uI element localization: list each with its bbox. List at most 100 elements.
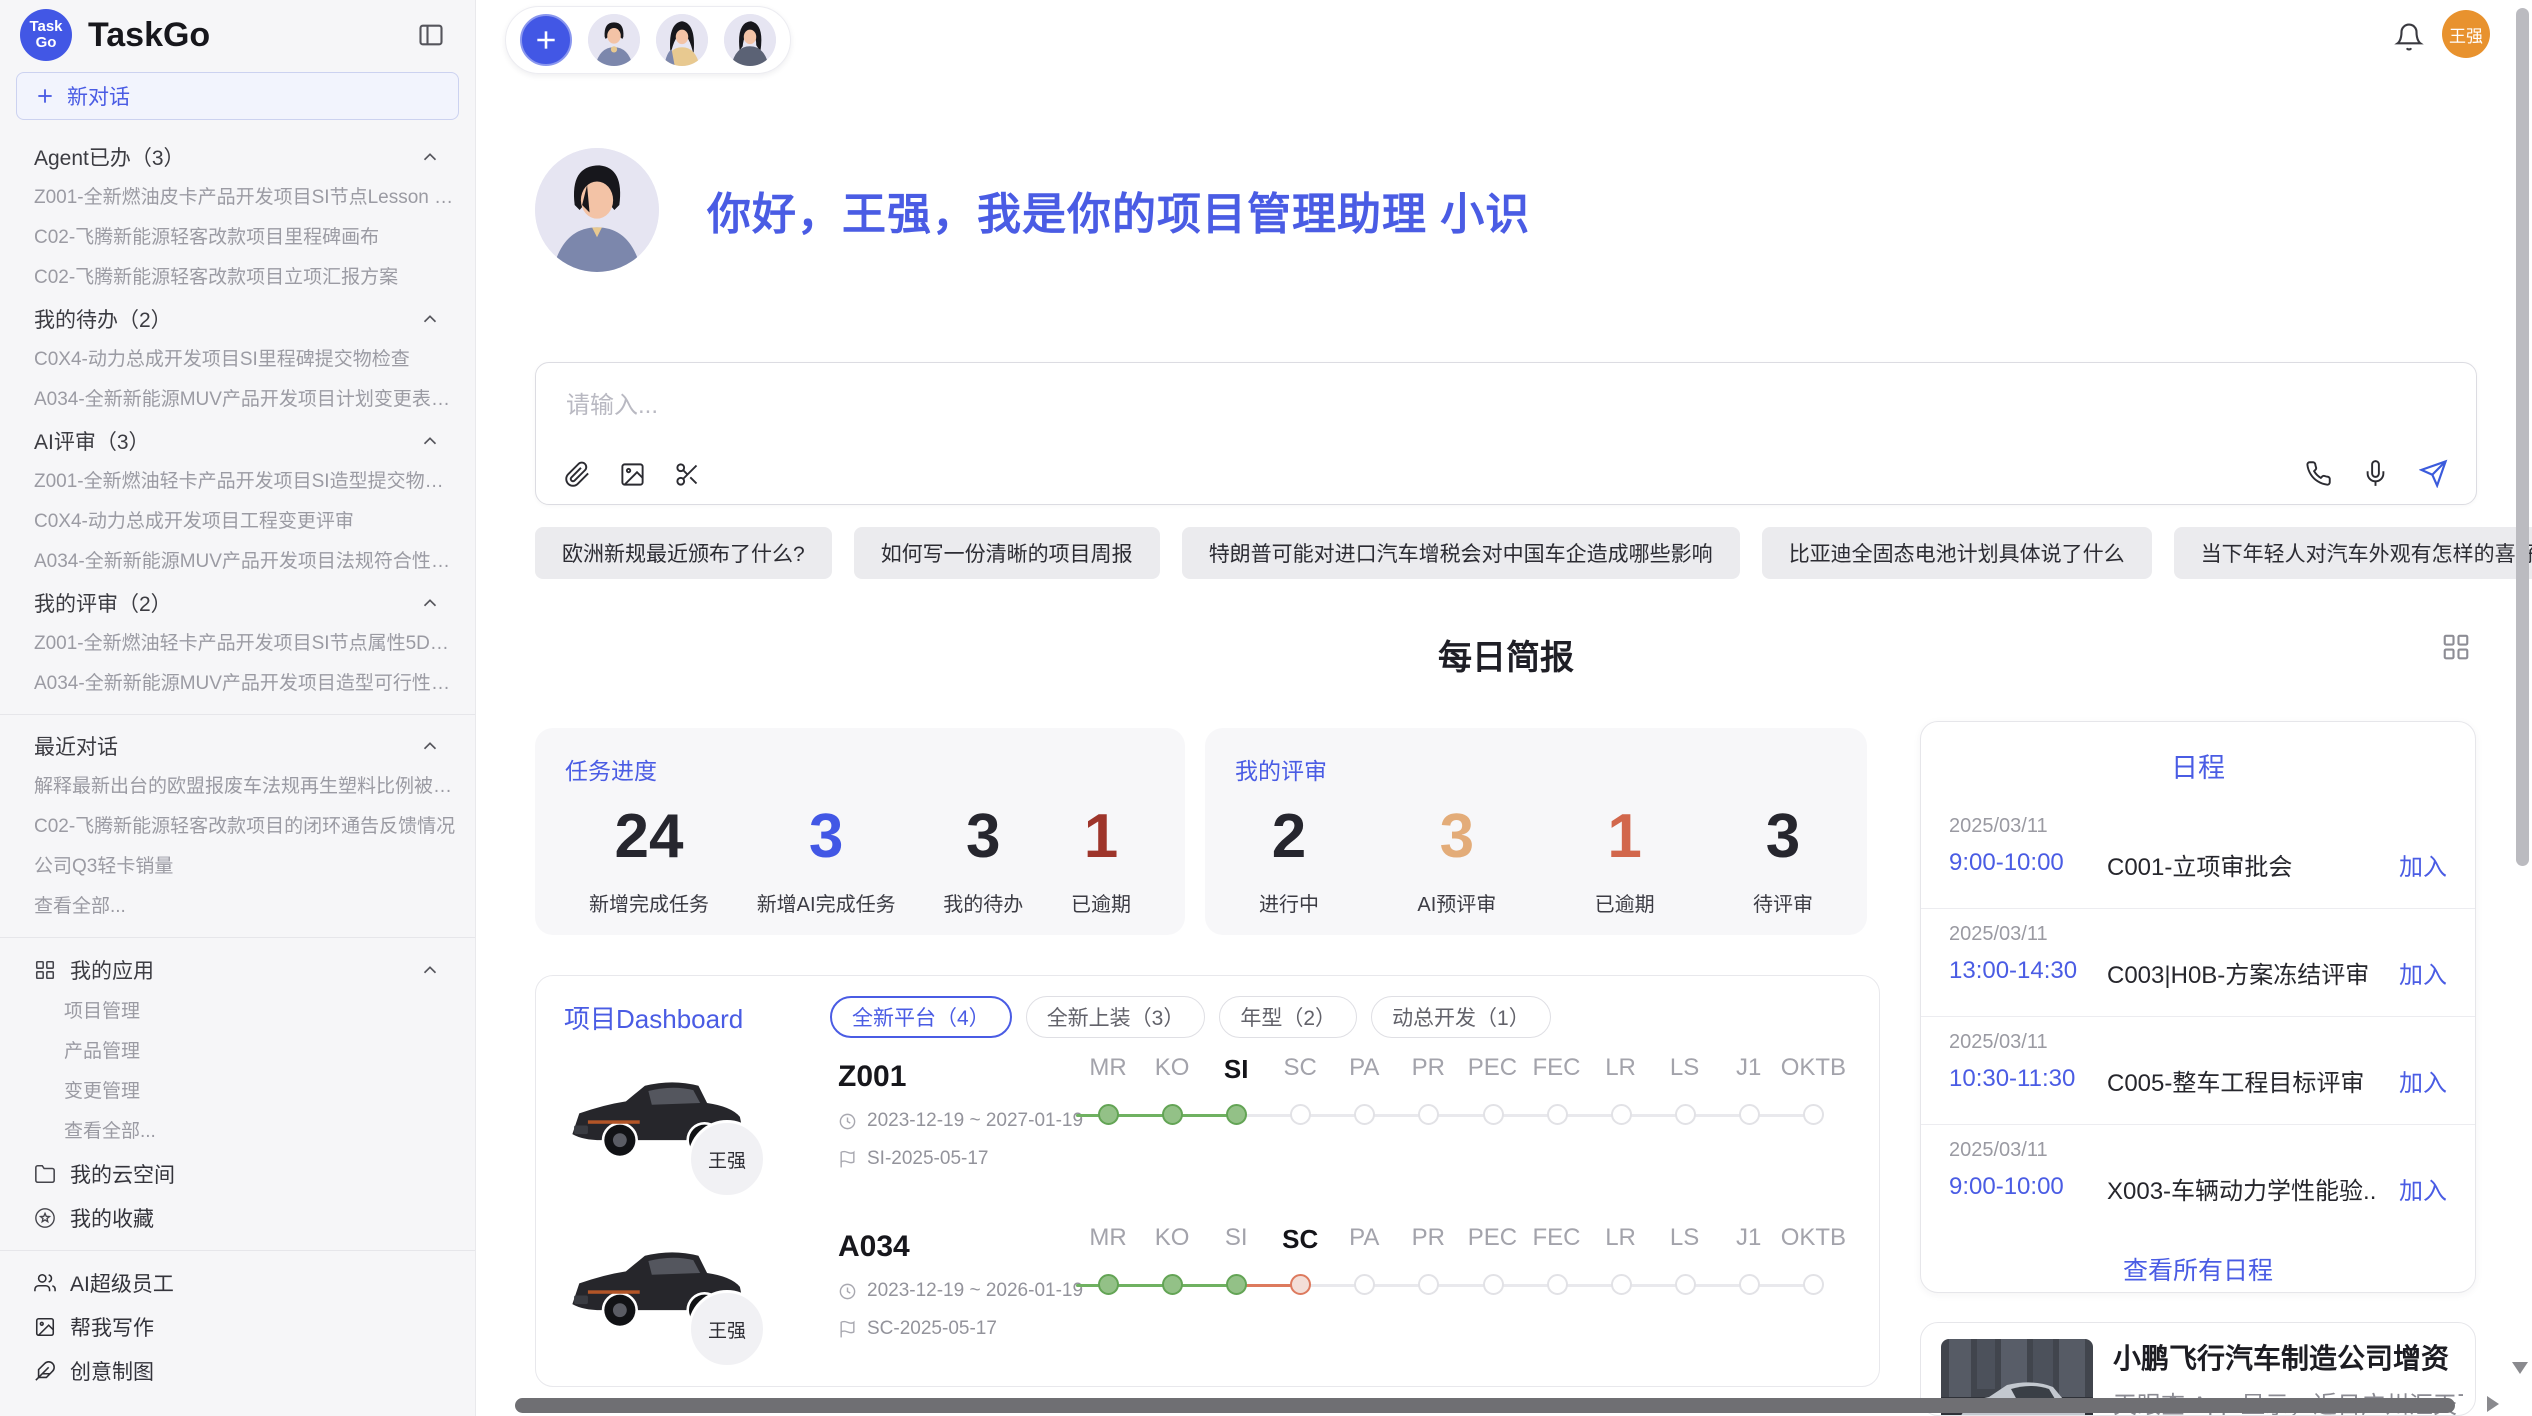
scroll-right-arrow[interactable]: [2487, 1396, 2499, 1412]
project-milestone-date: SI-2025-05-17: [867, 1148, 988, 1170]
sidebar-item[interactable]: A034-全新新能源MUV产品开发项目法规符合性评审: [0, 542, 475, 582]
sidebar-item[interactable]: Z001-全新燃油轻卡产品开发项目SI节点属性5D文件评审: [0, 624, 475, 664]
chat-input[interactable]: [566, 385, 2446, 445]
dashboard-tab[interactable]: 动总开发（1）: [1371, 996, 1551, 1038]
sidebar-link[interactable]: 我的收藏: [0, 1196, 475, 1240]
project-dashboard-card: 项目Dashboard 全新平台（4）全新上装（3）年型（2）动总开发（1） 王…: [535, 975, 1880, 1387]
sidebar-tool-label: AI超级员工: [70, 1268, 174, 1298]
sidebar-item-my-apps[interactable]: 我的应用: [0, 948, 475, 992]
suggestion-chip[interactable]: 当下年轻人对汽车外观有怎样的喜好趋势: [2174, 527, 2532, 579]
sidebar-sections: Agent已办（3）Z001-全新燃油皮卡产品开发项目SI节点Lesson Le…: [0, 130, 475, 1393]
schedule-item: 2025/03/1113:00-14:30C003|H0B-方案冻结评审加入: [1921, 909, 2475, 1017]
sidebar-tool-label: 创意制图: [70, 1356, 154, 1386]
send-icon[interactable]: [2419, 459, 2448, 488]
sidebar-item[interactable]: A034-全新新能源MUV产品开发项目计划变更表编写: [0, 380, 475, 420]
suggestion-chip[interactable]: 如何写一份清晰的项目周报: [854, 527, 1160, 579]
suggestion-chip[interactable]: 特朗普可能对进口汽车增税会对中国车企造成哪些影响: [1182, 527, 1740, 579]
agent-avatar-2[interactable]: [656, 14, 708, 66]
image-icon: [34, 1316, 56, 1338]
logo-text-top: Task: [29, 19, 62, 35]
app-sub-item[interactable]: 项目管理: [0, 992, 475, 1032]
view-all-link[interactable]: 查看全部...: [0, 887, 475, 927]
sidebar-section-header[interactable]: Agent已办（3）: [0, 136, 475, 178]
suggestion-chip[interactable]: 欧洲新规最近颁布了什么?: [535, 527, 832, 579]
agent-avatar-3[interactable]: [724, 14, 776, 66]
add-agent-button[interactable]: [520, 14, 572, 66]
milestone-label: KO: [1140, 1054, 1204, 1085]
project-code: Z001: [838, 1060, 1083, 1094]
dashboard-tab[interactable]: 全新上装（3）: [1026, 996, 1206, 1038]
project-code: A034: [838, 1230, 1083, 1264]
schedule-item: 2025/03/119:00-10:00X003-车辆动力学性能验...加入: [1921, 1125, 2475, 1233]
sidebar-tool[interactable]: 创意制图: [0, 1349, 475, 1393]
milestone-label: OKTB: [1781, 1054, 1846, 1085]
sidebar-section-label: 我的待办（2）: [34, 304, 172, 334]
sidebar-section-header[interactable]: 我的待办（2）: [0, 298, 475, 340]
schedule-date: 2025/03/11: [1949, 815, 2048, 838]
sidebar-item[interactable]: Z001-全新燃油轻卡产品开发项目SI造型提交物评审: [0, 462, 475, 502]
schedule-time: 9:00-10:00: [1949, 1173, 2064, 1201]
stat-card-title: 任务进度: [565, 752, 1155, 786]
sidebar-section-label: 我的评审（2）: [34, 588, 172, 618]
sidebar-tool[interactable]: AI超级员工: [0, 1261, 475, 1305]
join-button[interactable]: 加入: [2399, 1063, 2447, 1098]
join-button[interactable]: 加入: [2399, 847, 2447, 882]
task-progress-card: 任务进度24新增完成任务3新增AI完成任务3我的待办1已逾期: [535, 728, 1185, 935]
stat-value: 24: [589, 800, 709, 874]
my-apps-label: 我的应用: [70, 955, 405, 985]
app-sub-item[interactable]: 查看全部...: [0, 1112, 475, 1152]
sidebar-section-header[interactable]: 我的评审（2）: [0, 582, 475, 624]
news-title: 小鹏飞行汽车制造公司增资: [2113, 1337, 2449, 1377]
attach-icon[interactable]: [564, 461, 591, 488]
schedule-time: 10:30-11:30: [1949, 1065, 2075, 1093]
user-avatar[interactable]: 王强: [2442, 10, 2490, 58]
scroll-down-arrow[interactable]: [2512, 1362, 2528, 1374]
sidebar-item[interactable]: Z001-全新燃油皮卡产品开发项目SI节点Lesson Learn报告: [0, 178, 475, 218]
stat-value: 3: [1417, 800, 1496, 874]
milestone-dot: [1162, 1274, 1183, 1295]
image-upload-icon[interactable]: [619, 461, 646, 488]
agent-switcher: [505, 6, 791, 74]
sidebar-item[interactable]: C02-飞腾新能源轻客改款项目立项汇报方案: [0, 258, 475, 298]
dashboard-title: 项目Dashboard: [564, 999, 814, 1036]
sidebar-item[interactable]: C0X4-动力总成开发项目工程变更评审: [0, 502, 475, 542]
dashboard-tab[interactable]: 全新平台（4）: [830, 996, 1012, 1038]
vertical-scrollbar[interactable]: [2516, 8, 2529, 866]
recent-chat-item[interactable]: C02-飞腾新能源轻客改款项目的闭环通告反馈情况: [0, 807, 475, 847]
sidebar-item[interactable]: C02-飞腾新能源轻客改款项目里程碑画布: [0, 218, 475, 258]
logo-text-bottom: Go: [36, 35, 57, 51]
sidebar-link[interactable]: 我的云空间: [0, 1152, 475, 1196]
schedule-name: C001-立项审批会: [2107, 847, 2377, 882]
app-sub-item[interactable]: 产品管理: [0, 1032, 475, 1072]
view-all-schedule-link[interactable]: 查看所有日程: [1921, 1251, 2475, 1287]
agent-avatar-1[interactable]: [588, 14, 640, 66]
collapse-panel-icon[interactable]: [417, 21, 445, 49]
join-button[interactable]: 加入: [2399, 1171, 2447, 1206]
new-chat-button[interactable]: 新对话: [16, 72, 459, 120]
recent-chat-item[interactable]: 解释最新出台的欧盟报废车法规再生塑料比例被调至15%...: [0, 767, 475, 807]
sidebar-section-header[interactable]: AI评审（3）: [0, 420, 475, 462]
briefing-layout-grid-icon[interactable]: [2441, 632, 2471, 662]
microphone-icon[interactable]: [2362, 460, 2389, 487]
recent-chat-item[interactable]: 公司Q3轻卡销量: [0, 847, 475, 887]
flag-icon: [838, 1320, 857, 1339]
app-sub-item[interactable]: 变更管理: [0, 1072, 475, 1112]
notification-bell-icon[interactable]: [2394, 22, 2424, 52]
milestone-dot: [1547, 1274, 1568, 1295]
sidebar-item[interactable]: C0X4-动力总成开发项目SI里程碑提交物检查: [0, 340, 475, 380]
milestone-dot: [1611, 1274, 1632, 1295]
dashboard-tab[interactable]: 年型（2）: [1219, 996, 1357, 1038]
sidebar-section-header[interactable]: 最近对话: [0, 725, 475, 767]
milestone-label: LR: [1589, 1054, 1653, 1085]
horizontal-scrollbar[interactable]: [515, 1398, 2455, 1413]
chevron-up-icon: [419, 308, 441, 330]
sidebar-item[interactable]: A034-全新新能源MUV产品开发项目造型可行性评审: [0, 664, 475, 704]
join-button[interactable]: 加入: [2399, 955, 2447, 990]
stat-value: 1: [1595, 800, 1655, 874]
suggestion-chip[interactable]: 比亚迪全固态电池计划具体说了什么: [1762, 527, 2152, 579]
screenshot-scissors-icon[interactable]: [674, 461, 701, 488]
sidebar: Task Go TaskGo 新对话 Agent已办（3）Z001-全新燃油皮卡…: [0, 0, 476, 1416]
sidebar-tool[interactable]: 帮我写作: [0, 1305, 475, 1349]
voice-call-icon[interactable]: [2305, 460, 2332, 487]
milestone-label: SI: [1204, 1224, 1268, 1255]
